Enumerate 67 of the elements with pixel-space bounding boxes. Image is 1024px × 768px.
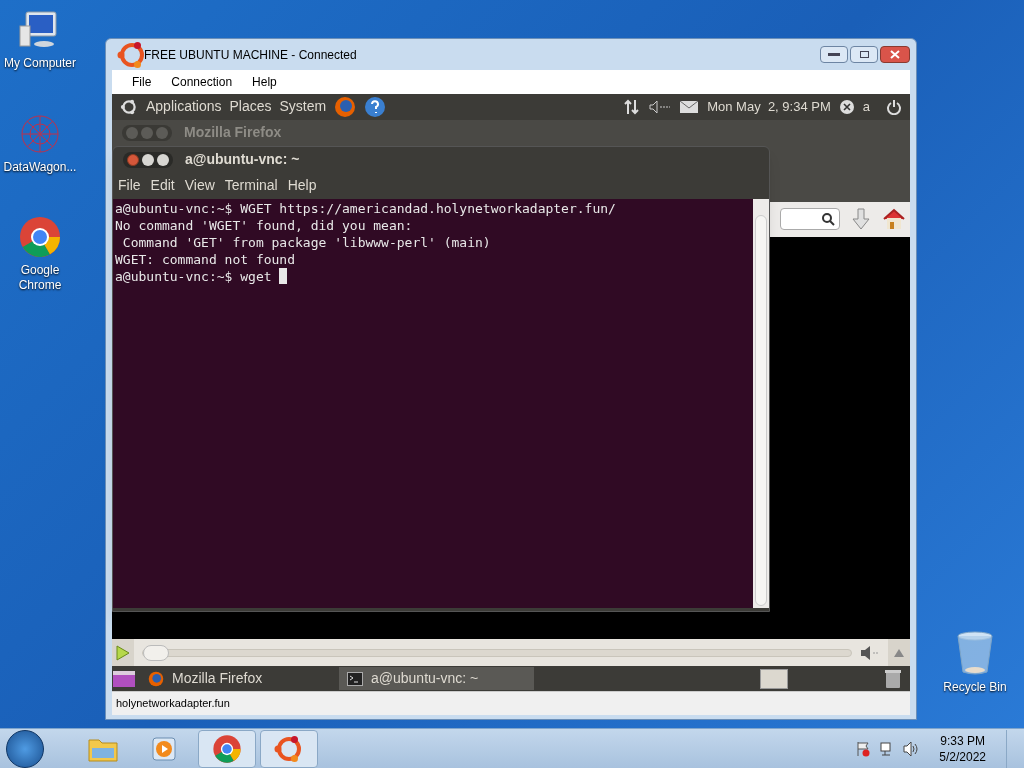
terminal-line: No command 'WGET' found, did you mean:	[115, 216, 413, 234]
scrollbar[interactable]	[753, 198, 769, 608]
speaker-icon[interactable]	[649, 99, 672, 114]
home-icon[interactable]	[882, 208, 906, 231]
search-icon	[822, 212, 835, 226]
menu-item[interactable]: File	[118, 175, 141, 197]
status-text: holynetworkadapter.fun	[116, 696, 230, 712]
search-field[interactable]	[780, 208, 840, 231]
play-icon	[116, 644, 130, 661]
task-button[interactable]: Mozilla Firefox	[140, 667, 335, 691]
terminal-line: a@ubuntu-vnc:~$ wget	[115, 267, 273, 285]
play-button[interactable]	[112, 639, 134, 667]
panel-menu[interactable]: Places	[229, 96, 272, 118]
menu-item[interactable]: Edit	[150, 175, 175, 197]
terminal-line: Command 'GET' from package 'libwww-perl' (main)	[121, 233, 491, 251]
recycle-bin-icon	[955, 630, 995, 676]
clock-date[interactable]: 5/2/2022	[939, 748, 986, 765]
maximize-button[interactable]	[850, 46, 878, 63]
taskbar-app-button[interactable]	[260, 729, 318, 768]
mail-icon[interactable]	[679, 99, 700, 114]
firefox-icon	[148, 670, 164, 687]
close-icon	[890, 50, 900, 59]
menu-item[interactable]: Terminal	[224, 175, 278, 197]
menu-item[interactable]: Help	[287, 175, 317, 197]
desktop-icon-label[interactable]: Google Chrome	[0, 263, 80, 293]
clock-text[interactable]: Mon May 2, 9:34 PM	[707, 97, 831, 117]
terminal-icon	[347, 671, 363, 686]
window-title: a@ubuntu-vnc: ~	[185, 150, 300, 170]
workspace-switcher[interactable]	[760, 668, 788, 689]
ubuntu-logo-icon[interactable]	[120, 97, 138, 116]
panel-menu[interactable]: Applications	[146, 96, 222, 118]
seek-thumb[interactable]	[143, 644, 169, 661]
network-arrows-icon[interactable]	[623, 98, 642, 115]
menu-item[interactable]: View	[184, 175, 215, 197]
action-center-flag-icon[interactable]	[855, 740, 872, 757]
close-button[interactable]	[880, 46, 910, 63]
user-name[interactable]: a	[862, 97, 870, 117]
minimize-button[interactable]	[820, 46, 848, 63]
help-icon[interactable]	[364, 95, 387, 118]
trash-icon[interactable]	[884, 668, 902, 689]
expand-button[interactable]	[888, 639, 910, 667]
window-control-icon[interactable]	[123, 151, 173, 168]
start-button[interactable]	[6, 729, 44, 768]
power-icon[interactable]	[886, 98, 902, 115]
menu-item[interactable]: File	[132, 72, 152, 91]
menu-item[interactable]: Help	[252, 72, 277, 91]
desktop-icon-label[interactable]: My Computer	[4, 56, 76, 71]
network-graph-icon	[18, 112, 62, 156]
window-title: Mozilla Firefox	[184, 123, 282, 143]
firefox-icon[interactable]	[334, 95, 357, 118]
show-desktop-icon[interactable]	[112, 669, 136, 688]
volume-icon[interactable]	[860, 644, 880, 661]
window-title: FREE UBUNTU MACHINE - Connected	[144, 46, 357, 64]
chrome-logo-icon[interactable]	[212, 733, 242, 764]
clock-time[interactable]: 9:33 PM	[940, 732, 985, 749]
panel-menu[interactable]: System	[279, 96, 327, 118]
chrome-logo-icon	[18, 215, 62, 259]
terminal-line: WGET: command not found	[115, 250, 295, 268]
menu-item[interactable]: Connection	[171, 72, 233, 91]
speaker-icon[interactable]	[903, 740, 920, 757]
up-triangle-icon	[894, 648, 904, 657]
taskbar-app-button[interactable]	[198, 729, 256, 768]
task-button[interactable]: a@ubuntu-vnc: ~	[339, 667, 534, 691]
terminal-line: a@ubuntu-vnc:~$ WGET https://americandad.holynetworkadapter.fun/	[115, 199, 616, 217]
desktop-icon-label[interactable]: DataWagon...	[3, 160, 77, 175]
desktop-icon-label[interactable]: Recycle Bin	[943, 680, 1007, 695]
chat-status-icon[interactable]	[838, 98, 855, 115]
